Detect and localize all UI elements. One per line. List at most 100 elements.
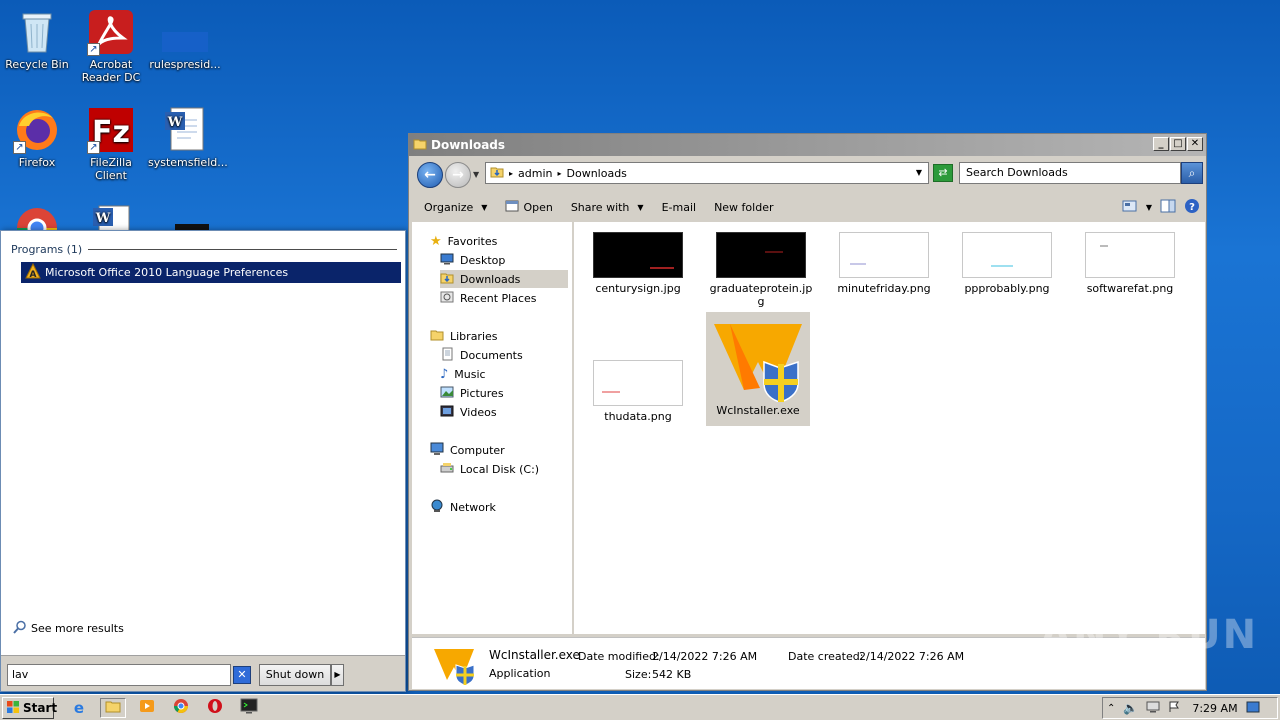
minimize-button[interactable]: _	[1153, 137, 1169, 151]
nav-videos[interactable]: Videos	[440, 403, 497, 421]
installer-icon	[710, 318, 806, 403]
taskbar-explorer-button[interactable]	[100, 698, 126, 718]
close-button[interactable]: ✕	[1187, 137, 1203, 151]
open-button[interactable]: Open	[496, 192, 561, 222]
breadcrumb-downloads[interactable]: Downloads	[567, 167, 627, 180]
firefox-icon: ↗	[13, 106, 61, 154]
desktop-icon-filezilla[interactable]: Fz ↗ FileZilla Client	[74, 106, 148, 182]
system-tray: ⌃ 🔈 7:29 AM	[1102, 697, 1278, 719]
preview-pane-icon[interactable]	[1160, 199, 1176, 216]
desktop-icon-systemsfield[interactable]: W systemsfield...	[148, 106, 228, 169]
desktop-icon-label: Acrobat Reader DC	[81, 58, 141, 84]
nav-local-disk[interactable]: Local Disk (C:)	[440, 460, 539, 478]
taskbar-ie-button[interactable]: e	[66, 698, 92, 718]
file-item[interactable]: graduateprotein.jpg	[709, 232, 813, 308]
programs-section-title: Programs (1)	[11, 243, 83, 256]
image-thumbnail	[1085, 232, 1175, 278]
taskbar-media-player-button[interactable]	[134, 698, 160, 718]
back-button[interactable]: ←	[417, 162, 443, 188]
nav-recent-places[interactable]: Recent Places	[440, 289, 537, 307]
date-created-value: 2/14/2022 7:26 AM	[859, 650, 965, 663]
taskbar: Start e ⌃ 🔈 7:29 AM	[0, 694, 1280, 720]
breadcrumb-admin[interactable]: admin	[518, 167, 552, 180]
clock[interactable]: 7:29 AM	[1192, 702, 1237, 715]
show-desktop-icon[interactable]	[1246, 701, 1260, 716]
start-button[interactable]: Start	[2, 697, 57, 719]
help-icon[interactable]: ?	[1184, 198, 1200, 217]
file-item-selected[interactable]: WcInstaller.exe	[706, 312, 810, 426]
shutdown-button[interactable]: Shut down	[259, 664, 331, 686]
clear-search-button[interactable]: ✕	[233, 666, 251, 684]
taskbar-terminal-button[interactable]	[236, 698, 262, 718]
acrobat-icon: ↗	[87, 8, 135, 56]
nav-documents[interactable]: Documents	[440, 346, 523, 364]
organize-button[interactable]: Organize ▼	[415, 192, 496, 222]
nav-libraries[interactable]: Libraries	[430, 327, 498, 345]
nav-downloads[interactable]: Downloads	[440, 270, 568, 288]
desktop-icon-label: systemsfield...	[148, 156, 228, 169]
change-view-icon[interactable]	[1122, 199, 1138, 216]
desktop-icon-rulespresid[interactable]: rulespresid...	[148, 8, 222, 71]
open-icon	[505, 199, 519, 216]
desktop-icon-chrome[interactable]	[0, 204, 74, 232]
file-name: minutefriday.png	[837, 282, 931, 295]
email-label: E-mail	[661, 200, 697, 214]
nav-music-label: Music	[454, 367, 486, 381]
search-downloads-input[interactable]: Search Downloads	[959, 162, 1181, 184]
address-field[interactable]: ▸ admin ▸ Downloads ▼	[485, 162, 929, 184]
media-player-icon	[139, 699, 155, 717]
address-dropdown-icon[interactable]: ▼	[916, 168, 922, 177]
taskbar-opera-button[interactable]	[202, 698, 228, 718]
maximize-button[interactable]: □	[1170, 137, 1186, 151]
start-menu: Programs (1) A Microsoft Office 2010 Lan…	[0, 230, 406, 692]
file-item[interactable]: minutefriday.png	[832, 232, 936, 295]
recycle-bin-icon	[13, 8, 61, 56]
pictures-icon	[440, 386, 454, 401]
file-item[interactable]: ppprobably.png	[955, 232, 1059, 295]
email-button[interactable]: E-mail	[653, 192, 706, 222]
new-folder-button[interactable]: New folder	[705, 192, 782, 222]
nav-pictures[interactable]: Pictures	[440, 384, 504, 402]
search-result-label: Microsoft Office 2010 Language Preferenc…	[45, 266, 289, 279]
show-hidden-icons-icon[interactable]: ⌃	[1107, 703, 1115, 714]
history-dropdown-icon[interactable]: ▼	[473, 170, 479, 179]
network-icon	[430, 499, 444, 516]
see-more-results-link[interactable]: See more results	[13, 620, 124, 637]
nav-music[interactable]: ♪ Music	[440, 365, 486, 383]
open-label: Open	[523, 200, 553, 214]
desktop-icon-acrobat[interactable]: ↗ Acrobat Reader DC	[74, 8, 148, 84]
window-titlebar[interactable]: Downloads _ □ ✕	[409, 134, 1206, 156]
nav-favorites[interactable]: ★ Favorites	[430, 232, 497, 250]
forward-button[interactable]: →	[445, 162, 471, 188]
file-item[interactable]: thudata.png	[586, 360, 690, 423]
share-with-button[interactable]: Share with ▼	[562, 192, 653, 222]
nav-desktop[interactable]: Desktop	[440, 251, 505, 269]
network-tray-icon[interactable]	[1146, 701, 1160, 716]
nav-computer-label: Computer	[450, 443, 505, 457]
taskbar-chrome-button[interactable]	[168, 698, 194, 718]
action-center-flag-icon[interactable]	[1168, 701, 1180, 716]
start-search-input[interactable]: lav	[7, 664, 231, 686]
downloads-folder-icon	[490, 165, 504, 182]
file-item[interactable]: centurysign.jpg	[586, 232, 690, 295]
file-list: centurysign.jpg graduateprotein.jpg minu…	[574, 222, 1205, 634]
file-item[interactable]: softwarefat.png	[1078, 232, 1182, 295]
desktop-icon-word[interactable]: W	[74, 204, 148, 232]
search-result-item[interactable]: A Microsoft Office 2010 Language Prefere…	[21, 262, 401, 283]
window-controls: _ □ ✕	[1153, 137, 1203, 151]
image-thumbnail	[593, 360, 683, 406]
shutdown-options-arrow[interactable]: ▶	[331, 664, 344, 686]
view-options-dropdown-icon[interactable]: ▼	[1146, 203, 1152, 212]
refresh-button[interactable]: ⇄	[933, 164, 953, 182]
details-file-name: WcInstaller.exe	[489, 648, 580, 662]
volume-icon[interactable]: 🔈	[1123, 701, 1138, 715]
desktop-icon	[440, 253, 454, 268]
search-icon[interactable]: ⌕	[1181, 162, 1203, 184]
organize-label: Organize	[424, 200, 474, 214]
nav-desktop-label: Desktop	[460, 253, 506, 267]
desktop-icon-dark[interactable]	[148, 204, 222, 232]
nav-computer[interactable]: Computer	[430, 441, 505, 459]
desktop-icon-recycle-bin[interactable]: Recycle Bin	[0, 8, 74, 71]
desktop-icon-firefox[interactable]: ↗ Firefox	[0, 106, 74, 169]
nav-network[interactable]: Network	[430, 498, 496, 516]
